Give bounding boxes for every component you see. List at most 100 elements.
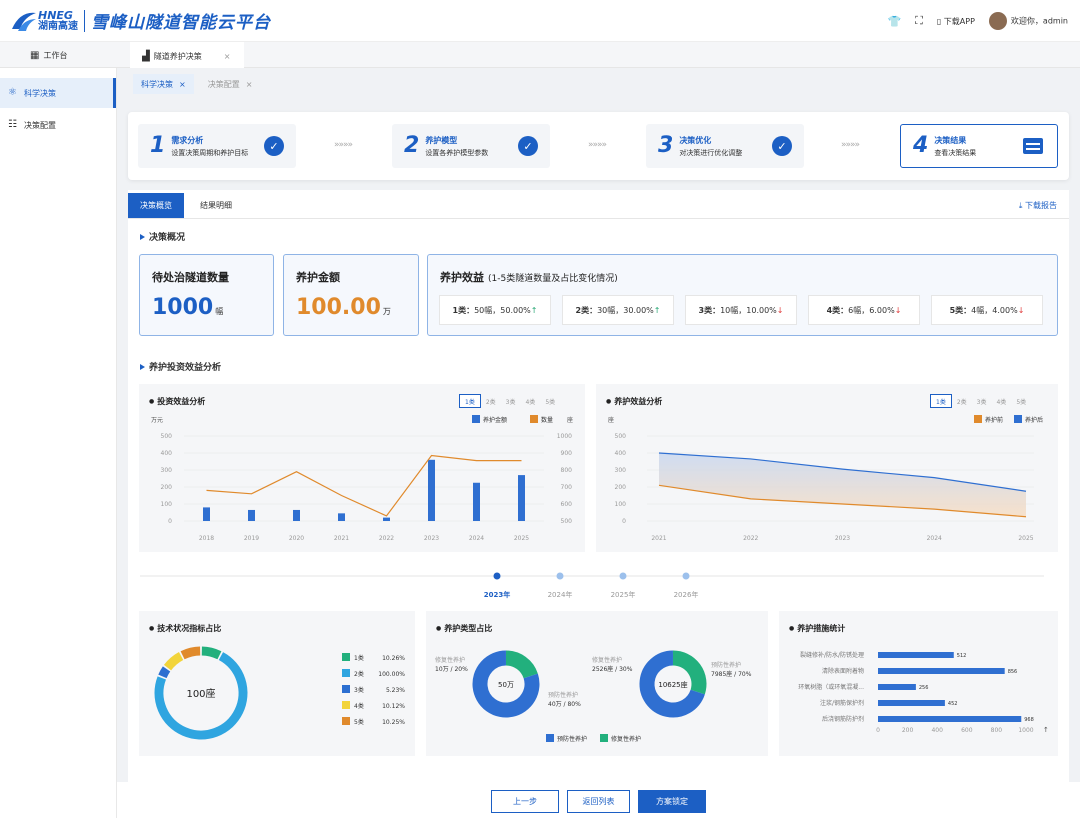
step-title: 需求分析 bbox=[171, 135, 204, 145]
y-tick-label: 200 bbox=[615, 484, 627, 491]
kpi-benefit-card: 养护效益 (1-5类隧道数量及占比变化情况) 1类： 50幅，50.00% ↑ 2类：… bbox=[427, 254, 1058, 336]
step-1[interactable]: 1 需求分析设置决策周期和养护目标 ✓ bbox=[138, 124, 296, 168]
bar bbox=[473, 482, 480, 521]
donut-center-label: 100座 bbox=[186, 687, 215, 700]
donut-slice bbox=[163, 652, 184, 671]
bar bbox=[428, 459, 435, 521]
legend-label: 1类 bbox=[354, 654, 364, 662]
bar bbox=[518, 475, 525, 521]
x-tick-label: 400 bbox=[931, 727, 943, 734]
x-tick-label: 2021 bbox=[334, 535, 349, 542]
legend-value: 5.23% bbox=[386, 687, 405, 694]
slice-label: 预防性养护 bbox=[711, 661, 741, 669]
arrow-up-icon: ↑ bbox=[1043, 726, 1049, 734]
benefit-value: 30幅，30.00% bbox=[597, 305, 654, 315]
tab-tunnel-decision[interactable]: ▟ 隧道养护决策 × bbox=[130, 42, 244, 68]
measure-stats-panel: 养护措施统计 裂缝修补/防水/防锈处理512清除表面附着物856环氧树脂（或环氧… bbox=[779, 611, 1058, 756]
timeline-year: 2024年 bbox=[548, 590, 573, 599]
donut-slice bbox=[158, 666, 171, 679]
x-tick-label: 1000 bbox=[1018, 727, 1033, 734]
slice-value: 10万 / 20% bbox=[435, 666, 468, 673]
kpi-amount-unit: 万 bbox=[382, 307, 391, 316]
benefit-value: 10幅，10.00% bbox=[720, 305, 777, 315]
logo-en: HNEG bbox=[38, 8, 73, 22]
donut-slice bbox=[180, 646, 201, 660]
legend-swatch-before bbox=[974, 415, 982, 423]
sidebar-item-decision-config[interactable]: ☷ 决策配置 bbox=[0, 110, 116, 140]
legend-label: 4类 bbox=[354, 702, 364, 710]
step-number: 1 bbox=[150, 133, 166, 158]
benefit-class: 5类： bbox=[949, 305, 972, 315]
subtab-decision-config[interactable]: 决策配置 × bbox=[200, 74, 261, 94]
tab-details[interactable]: 结果明细 bbox=[188, 193, 244, 218]
legend-swatch bbox=[342, 717, 350, 725]
logo: HNEG 湖南高速 雪峰山隧道智能云平台 bbox=[10, 8, 271, 33]
skin-icon[interactable]: 👕 bbox=[887, 15, 901, 28]
y-tick-label: 0 bbox=[622, 518, 626, 525]
sidebar-item-label: 科学决策 bbox=[24, 88, 56, 98]
step-bar: 1 需求分析设置决策周期和养护目标 ✓ »»»» 2 养护模型 设置各养护模型参数… bbox=[128, 112, 1069, 180]
benefit-item: 1类： 50幅，50.00% ↑ bbox=[439, 295, 551, 325]
x-tick-label: 2025 bbox=[514, 535, 529, 542]
y-axis-label: 万元 bbox=[151, 417, 163, 424]
tab-close-icon[interactable]: × bbox=[224, 52, 231, 61]
lock-plan-button[interactable]: 方案锁定 bbox=[638, 790, 706, 813]
tech-status-chart: 100座 1类 10.26% 2类 100.00% 3类 5.23% 4类 10.12% 5类 10… bbox=[154, 646, 405, 740]
x-tick-label: 2021 bbox=[651, 535, 666, 542]
step-title: 养护模型 bbox=[425, 135, 458, 145]
benefit-chart-panel: 养护效益分析 1类2类3类4类5类 座养护前养护后010020030040050… bbox=[596, 384, 1058, 552]
avatar bbox=[988, 12, 1007, 30]
legend-swatch-after bbox=[1014, 415, 1022, 423]
logo-cn: 湖南高速 bbox=[38, 20, 78, 32]
x-tick-label: 600 bbox=[961, 727, 973, 734]
legend-swatch bbox=[342, 669, 350, 677]
kpi-benefit-label: 养护效益 bbox=[440, 271, 484, 284]
y-axis-label: 座 bbox=[608, 416, 614, 424]
timeline-year: 2026年 bbox=[674, 590, 699, 599]
step-subtitle: 设置决策周期和养护目标 bbox=[171, 148, 249, 157]
download-app-label: 下载APP bbox=[943, 16, 975, 26]
tech-status-panel: 技术状况指标占比 100座1类10.26%2类100.00%3类5.23%4类1… bbox=[139, 611, 415, 756]
check-icon: ✓ bbox=[264, 136, 284, 156]
download-app-button[interactable]: ▯ 下载APP bbox=[937, 16, 975, 27]
subtab-science-decision[interactable]: 科学决策 × bbox=[133, 74, 194, 94]
top-bar: HNEG 湖南高速 雪峰山隧道智能云平台 👕 ⛶ ▯ 下载APP 欢迎你，adm… bbox=[0, 0, 1080, 42]
step-2[interactable]: 2 养护模型 设置各养护模型参数 ✓ bbox=[392, 124, 550, 168]
x-tick-label: 2022 bbox=[379, 535, 394, 542]
arrow-down-icon: ↓ bbox=[776, 305, 784, 315]
y2-tick-label: 500 bbox=[561, 518, 573, 525]
bar bbox=[383, 517, 390, 521]
x-tick-label: 2019 bbox=[244, 535, 259, 542]
step-arrow: »»»» bbox=[334, 140, 353, 150]
tab-overview[interactable]: 决策概览 bbox=[128, 193, 184, 218]
fullscreen-icon[interactable]: ⛶ bbox=[915, 14, 923, 28]
kpi-count-unit: 幅 bbox=[215, 307, 224, 316]
close-icon[interactable]: × bbox=[179, 80, 186, 89]
bar bbox=[878, 716, 1022, 722]
y2-axis-label: 座 bbox=[567, 416, 573, 424]
close-icon[interactable]: × bbox=[246, 80, 253, 89]
x-tick-label: 2023 bbox=[424, 535, 439, 542]
back-to-list-button[interactable]: 返回列表 bbox=[567, 790, 630, 813]
prev-button[interactable]: 上一步 bbox=[491, 790, 559, 813]
step-3[interactable]: 3 决策优化 对决策进行优化调整 ✓ bbox=[646, 124, 804, 168]
user-menu[interactable]: 欢迎你，admin bbox=[988, 12, 1068, 30]
y2-tick-label: 600 bbox=[561, 501, 573, 508]
x-tick-label: 2024 bbox=[469, 535, 484, 542]
tab-workbench[interactable]: ▦ 工作台 bbox=[30, 42, 67, 68]
bar bbox=[878, 684, 916, 690]
y2-tick-label: 800 bbox=[561, 467, 573, 474]
download-report-button[interactable]: ⤓ 下载报告 bbox=[1019, 200, 1057, 211]
timeline-dot bbox=[619, 572, 627, 580]
sidebar-item-science-decision[interactable]: ⚛ 科学决策 bbox=[0, 78, 116, 108]
category-label: 注浆/钢筋保护剂 bbox=[820, 699, 864, 707]
kpi-amount-label: 养护金额 bbox=[296, 271, 340, 284]
legend-label: 修复性养护 bbox=[611, 735, 641, 743]
category-label: 清除表面附着物 bbox=[822, 667, 864, 675]
subtab-label: 科学决策 bbox=[141, 79, 173, 89]
sidebar: ⚛ 科学决策 ☷ 决策配置 bbox=[0, 68, 117, 818]
subtab-label: 决策配置 bbox=[207, 79, 240, 89]
benefit-chart: 座 养护前 养护后 0 100 200 300 400 500 2021 2022 2023 2024 2… bbox=[608, 415, 1043, 542]
step-4[interactable]: 4 决策结果 查看决策结果 bbox=[900, 124, 1058, 168]
legend-value: 100.00% bbox=[378, 671, 405, 678]
